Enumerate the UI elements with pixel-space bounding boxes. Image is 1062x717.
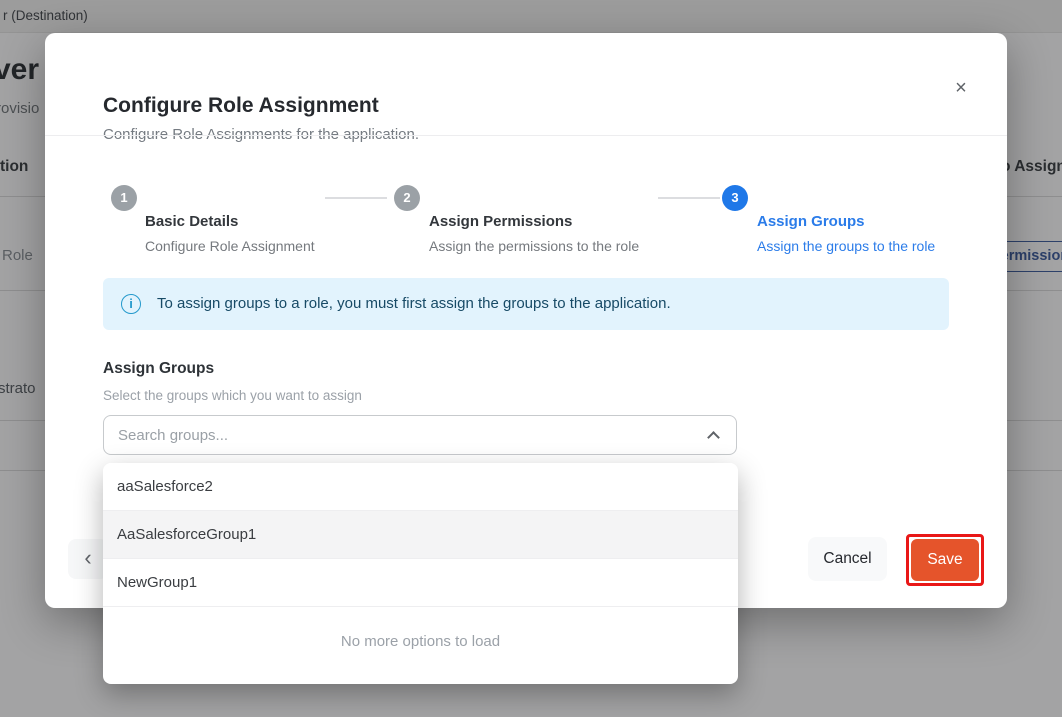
save-button[interactable]: Save <box>911 539 979 581</box>
dropdown-option[interactable]: AaSalesforceGroup1 <box>103 511 738 559</box>
info-banner: i To assign groups to a role, you must f… <box>103 278 949 330</box>
info-icon: i <box>121 294 141 314</box>
chevron-left-icon: ‹ <box>84 545 91 570</box>
step-2-label[interactable]: Assign Permissions <box>429 213 572 230</box>
assign-groups-helper-text: Select the groups which you want to assi… <box>103 388 362 403</box>
close-icon[interactable]: × <box>947 74 975 102</box>
step-3-label[interactable]: Assign Groups <box>757 213 865 230</box>
dropdown-option[interactable]: NewGroup1 <box>103 559 738 607</box>
step-1-label[interactable]: Basic Details <box>145 213 238 230</box>
dropdown-option[interactable]: aaSalesforce2 <box>103 463 738 511</box>
step-connector <box>325 197 387 199</box>
chevron-up-icon[interactable] <box>707 431 720 444</box>
step-2-description: Assign the permissions to the role <box>429 238 639 254</box>
info-banner-text: To assign groups to a role, you must fir… <box>157 278 671 330</box>
assign-groups-label: Assign Groups <box>103 360 214 378</box>
group-search-input[interactable] <box>118 416 678 454</box>
step-3-description: Assign the groups to the role <box>757 238 935 254</box>
cancel-button[interactable]: Cancel <box>808 537 887 581</box>
step-1-circle[interactable]: 1 <box>111 185 137 211</box>
group-search-box[interactable] <box>103 415 737 455</box>
dropdown-no-more-options-text: No more options to load <box>103 618 738 666</box>
step-connector <box>658 197 720 199</box>
step-3-circle[interactable]: 3 <box>722 185 748 211</box>
back-button[interactable]: ‹ <box>68 539 108 579</box>
group-dropdown-panel: aaSalesforce2 AaSalesforceGroup1 NewGrou… <box>103 463 738 684</box>
header-divider <box>45 135 1007 136</box>
step-1-description: Configure Role Assignment <box>145 238 315 254</box>
step-2-circle[interactable]: 2 <box>394 185 420 211</box>
modal-title: Configure Role Assignment <box>103 94 379 118</box>
